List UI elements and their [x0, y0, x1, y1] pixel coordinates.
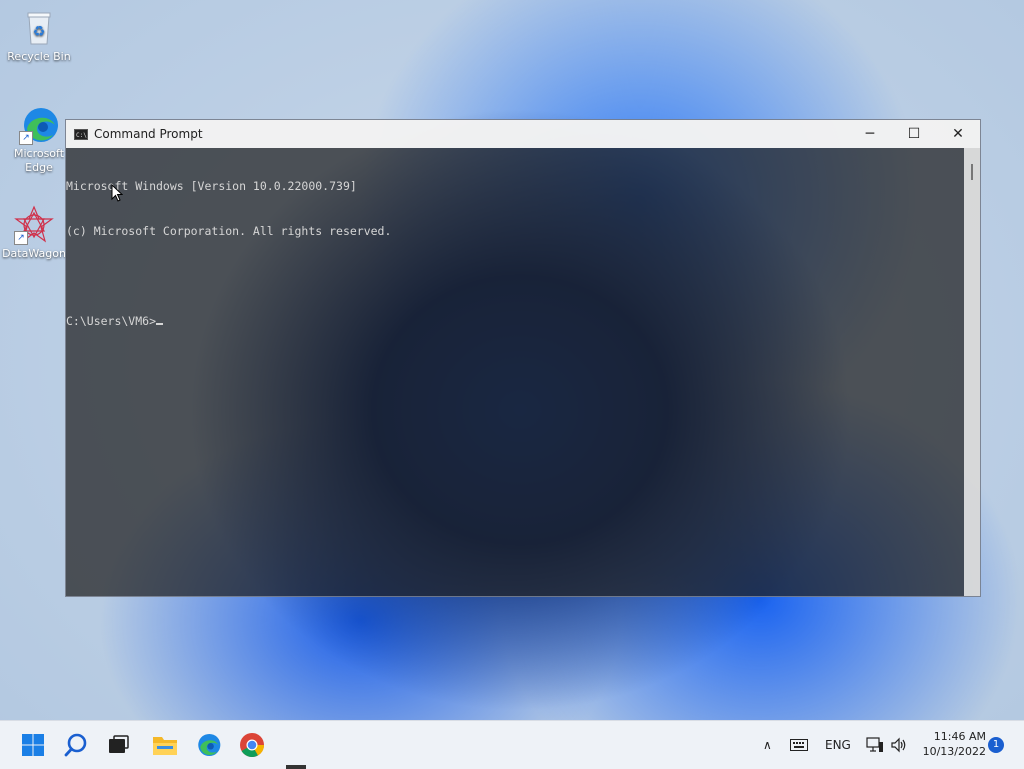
command-prompt-icon: C:\ — [74, 128, 88, 140]
desktop-icon-label: Microsoft Edge — [13, 147, 65, 174]
maximize-button[interactable]: ☐ — [892, 120, 936, 148]
language-indicator[interactable]: ENG — [825, 721, 851, 769]
console-prompt: C:\Users\VM6> — [66, 314, 157, 328]
text-cursor — [156, 323, 164, 325]
edge-icon: ↗ — [19, 105, 59, 145]
console-prompt-line[interactable]: C:\Users\VM6> — [66, 314, 964, 329]
folder-icon — [153, 737, 177, 755]
recycle-bin-icon: ♻ — [19, 8, 59, 48]
clock-date: 10/13/2022 — [922, 745, 986, 758]
show-hidden-icons-button[interactable]: ∧ — [763, 721, 772, 769]
task-view-icon — [109, 735, 129, 753]
windows-logo-icon — [22, 734, 44, 756]
mouse-pointer-icon — [111, 183, 124, 206]
desktop-icon-datawagon[interactable]: ↗ DataWagon — [0, 205, 72, 261]
network-icon[interactable] — [866, 721, 884, 769]
clock-time: 11:46 AM — [933, 730, 986, 743]
minimize-button[interactable]: ─ — [848, 120, 892, 148]
desktop-icon-label: Recycle Bin — [7, 50, 71, 63]
console-output[interactable]: Microsoft Windows [Version 10.0.22000.73… — [66, 148, 964, 596]
edge-taskbar-button[interactable] — [194, 731, 222, 759]
window-titlebar[interactable]: C:\ Command Prompt ─ ☐ ✕ — [66, 120, 980, 148]
scrollbar-thumb[interactable] — [971, 164, 973, 180]
command-prompt-window[interactable]: C:\ Command Prompt ─ ☐ ✕ Microsoft Windo… — [65, 119, 981, 597]
svg-text:♻: ♻ — [33, 24, 46, 40]
file-explorer-button[interactable] — [151, 731, 179, 759]
keyboard-icon[interactable] — [790, 721, 808, 769]
window-controls: ─ ☐ ✕ — [848, 120, 980, 148]
window-title: Command Prompt — [94, 127, 203, 141]
close-button[interactable]: ✕ — [936, 120, 980, 148]
console-line: (c) Microsoft Corporation. All rights re… — [66, 224, 392, 238]
edge-icon — [198, 733, 221, 757]
taskbar: ∧ ENG 11:46 AM 10/13/2022 1 — [0, 720, 1024, 769]
datawagon-icon: ↗ — [14, 205, 54, 245]
console-line: Microsoft Windows [Version 10.0.22000.73… — [66, 179, 357, 193]
running-app-indicator — [286, 765, 306, 769]
shortcut-arrow-icon: ↗ — [19, 131, 33, 145]
chrome-taskbar-button[interactable] — [238, 731, 266, 759]
notification-badge[interactable]: 1 — [988, 737, 1004, 753]
desktop-icon-recycle-bin[interactable]: ♻ Recycle Bin — [1, 8, 77, 64]
task-view-button[interactable] — [105, 731, 133, 759]
desktop-icon-label: DataWagon — [2, 247, 66, 260]
start-button[interactable] — [19, 731, 47, 759]
search-icon — [64, 733, 87, 757]
clock[interactable]: 11:46 AM 10/13/2022 — [923, 729, 986, 759]
vertical-scrollbar[interactable] — [964, 148, 980, 596]
search-button[interactable] — [62, 731, 90, 759]
shortcut-arrow-icon: ↗ — [14, 231, 28, 245]
volume-icon[interactable] — [890, 721, 908, 769]
chrome-icon — [240, 733, 264, 758]
